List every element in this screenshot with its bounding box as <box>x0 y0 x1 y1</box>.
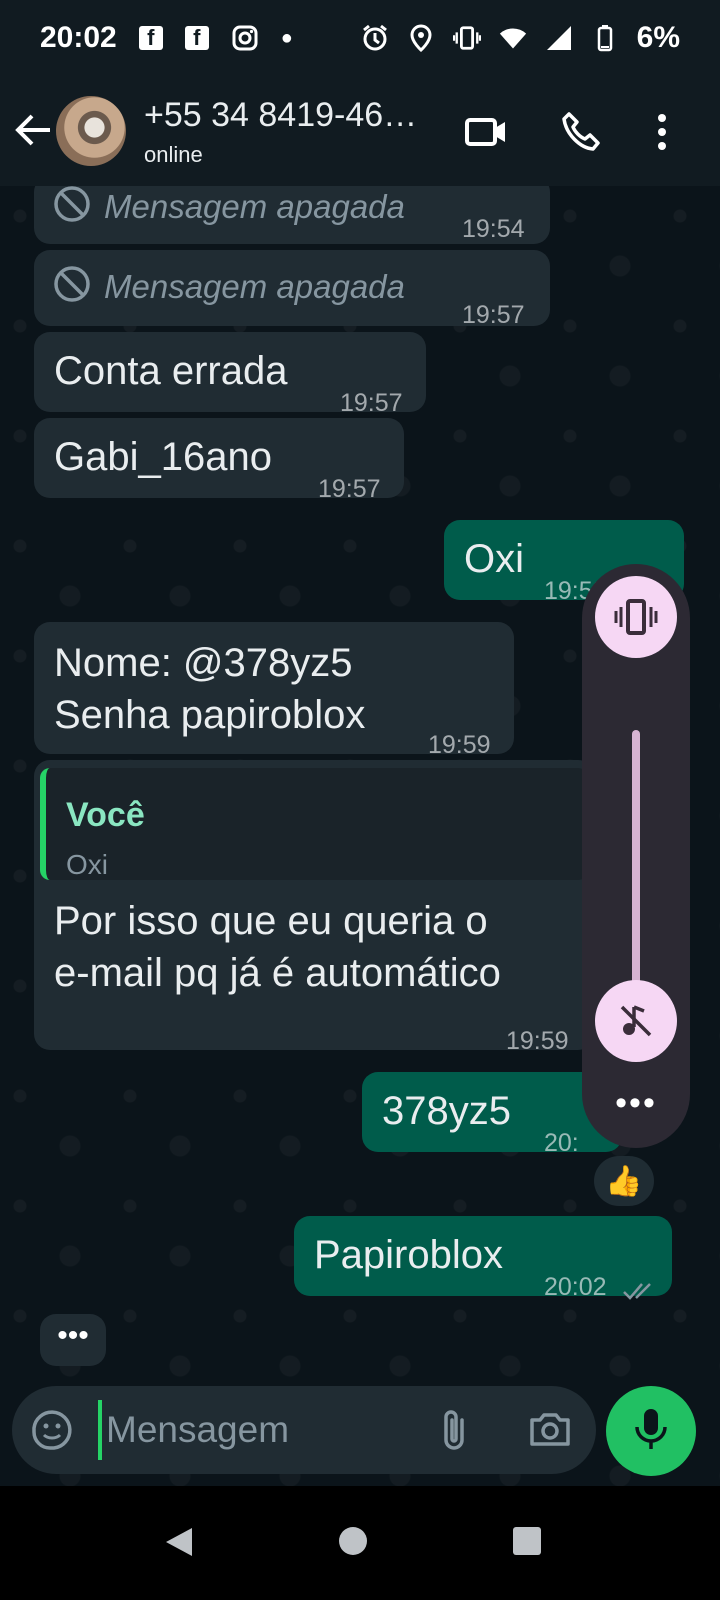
nav-back-icon[interactable] <box>164 1526 194 1563</box>
message-bubble-incoming[interactable]: Gabi_16ano 19:57 <box>34 418 404 503</box>
message-time: 20:02 <box>544 1273 607 1301</box>
message-time: 19:59 <box>506 1027 569 1055</box>
battery-percent: 6% <box>636 21 680 54</box>
deleted-message-icon <box>52 264 92 304</box>
message-text-line: Por isso que eu queria o <box>54 899 488 943</box>
double-check-icon <box>622 1262 656 1316</box>
notification-dot-icon: ● <box>280 26 293 49</box>
back-arrow-icon[interactable] <box>14 110 54 150</box>
sticker-icon[interactable] <box>30 1408 74 1457</box>
message-text-line: Senha papiroblox <box>54 693 366 737</box>
avatar[interactable] <box>56 96 126 166</box>
navigation-bar <box>0 1486 720 1600</box>
instagram-icon <box>231 24 259 52</box>
message-input-bar <box>12 1386 596 1474</box>
quoted-message[interactable]: Você Oxi <box>40 768 588 880</box>
message-time: 19:54 <box>462 215 525 243</box>
chat-header: +55 34 8419-46… online <box>0 76 720 186</box>
location-icon <box>407 24 435 52</box>
status-time: 20:02 <box>40 21 117 54</box>
volume-panel[interactable]: ••• <box>582 564 690 1148</box>
message-text: Conta errada <box>54 349 288 393</box>
voice-record-button[interactable] <box>606 1386 696 1476</box>
message-input[interactable] <box>98 1400 418 1460</box>
message-bubble-incoming[interactable]: Conta errada 19:57 <box>34 332 426 417</box>
signal-icon <box>545 24 573 52</box>
message-text: Oxi <box>464 537 524 581</box>
message-text-line: e-mail pq já é automático <box>54 951 501 995</box>
nav-home-icon[interactable] <box>338 1526 368 1561</box>
nav-recents-icon[interactable] <box>512 1526 542 1561</box>
message-text: Mensagem apagada <box>104 268 405 305</box>
deleted-message-icon <box>52 186 92 224</box>
message-text: Mensagem apagada <box>104 188 405 225</box>
volume-more-button[interactable]: ••• <box>582 1084 690 1123</box>
quote-author: Você <box>66 796 145 834</box>
message-text: Papiroblox <box>314 1233 504 1277</box>
attach-icon[interactable] <box>436 1408 476 1457</box>
camera-icon[interactable] <box>528 1410 572 1455</box>
contact-name[interactable]: +55 34 8419-46… <box>144 96 417 135</box>
facebook-icon: f <box>138 26 163 50</box>
video-call-icon[interactable] <box>464 110 508 154</box>
message-text: 378yz5 <box>382 1089 511 1133</box>
battery-icon <box>591 24 619 52</box>
volume-slider[interactable] <box>632 730 640 1010</box>
status-bar: 20:02 f f ● 6% <box>0 0 720 76</box>
message-time: 19:57 <box>318 475 381 503</box>
ringer-vibrate-button[interactable] <box>595 576 677 658</box>
message-time: 19:57 <box>462 301 525 329</box>
vibrate-icon <box>452 24 481 52</box>
message-bubble-incoming[interactable]: Nome: @378yz5 Senha papiroblox 19:59 <box>34 622 514 759</box>
message-reaction[interactable]: 👍 <box>594 1156 654 1206</box>
wifi-icon <box>499 24 527 52</box>
message-text: Gabi_16ano <box>54 435 272 479</box>
contact-status: online <box>144 142 203 167</box>
message-bubble-reply[interactable]: Você Oxi Por isso que eu queria o e-mail… <box>34 760 594 1055</box>
message-bubble-deleted[interactable]: Mensagem apagada 19:54 <box>34 186 550 244</box>
more-options-icon[interactable] <box>644 110 680 154</box>
voice-call-icon[interactable] <box>560 110 604 154</box>
message-bubble-outgoing[interactable]: Papiroblox 20:02 <box>294 1216 672 1301</box>
alarm-icon <box>361 24 389 52</box>
typing-indicator: ••• <box>40 1314 106 1366</box>
message-bubble-deleted[interactable]: Mensagem apagada 19:57 <box>34 250 550 329</box>
facebook-icon: f <box>184 26 209 50</box>
quote-text: Oxi <box>66 849 108 880</box>
message-text-line: Nome: @378yz5 <box>54 641 353 685</box>
media-mute-button[interactable] <box>595 980 677 1062</box>
message-time: 20: <box>544 1129 579 1157</box>
microphone-icon <box>633 1407 669 1456</box>
